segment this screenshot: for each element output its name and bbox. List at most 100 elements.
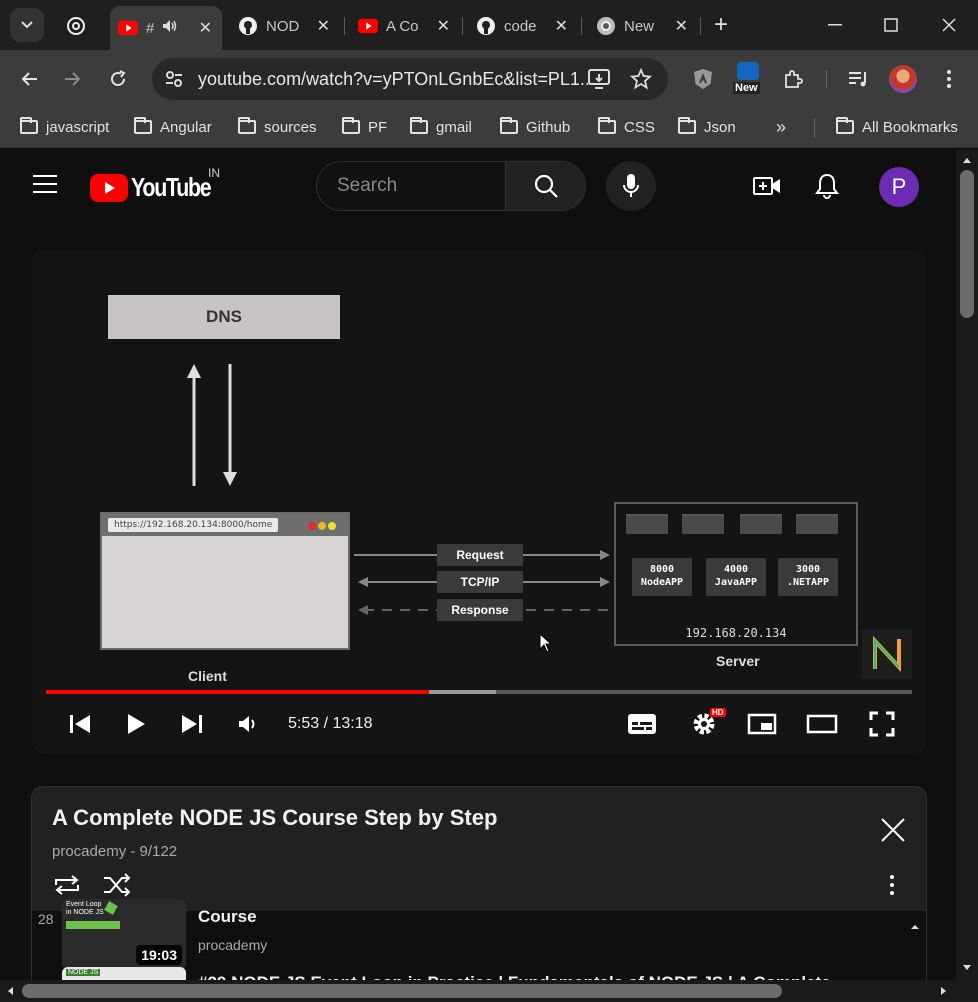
bookmark-label: Angular [160,118,212,136]
chrome-icon [596,16,616,36]
close-tab-icon[interactable]: ✕ [317,16,330,36]
media-controls-button[interactable] [844,64,874,94]
forward-button[interactable] [58,64,88,94]
list-scroll-up-icon[interactable] [910,917,920,935]
volume-icon [239,716,255,732]
all-bookmarks-button[interactable]: All Bookmarks [836,116,958,138]
queue-music-icon [849,72,866,87]
theater-mode-button[interactable] [804,706,840,742]
settings-button[interactable]: HD [686,706,726,742]
subtitles-button[interactable] [624,706,660,742]
app-name: JavaAPP [714,577,758,588]
tab-new-tab[interactable]: New ✕ [588,8,698,44]
site-settings-icon[interactable] [164,69,184,94]
youtube-logo[interactable]: YouTube IN [90,166,228,203]
app-port: 4000 [723,564,749,575]
reload-button[interactable] [103,64,133,94]
search-box: Search [316,161,586,211]
star-icon[interactable] [629,67,653,95]
tab-search-button[interactable] [10,8,44,42]
youtube-icon [358,16,378,36]
progress-bar[interactable] [46,690,912,694]
fullscreen-button[interactable] [864,706,900,742]
yellow-dot [318,522,326,530]
url-text[interactable]: youtube.com/watch?v=yPTOnLGnbEc&list=PL1… [198,69,595,90]
bookmark-gmail[interactable]: gmail [410,116,472,138]
profile-avatar[interactable] [888,64,918,94]
shuffle-icon [104,873,131,897]
tab-title: A Co [386,17,419,35]
tab-github-node[interactable]: NOD ✕ [230,8,340,44]
chevron-double-right-icon: » [776,116,787,137]
tab-youtube-course[interactable]: A Co ✕ [350,8,460,44]
close-tab-icon[interactable]: ✕ [555,16,568,36]
more-bookmarks-button[interactable]: » [776,116,786,138]
list-item[interactable]: 28 Event Loop in NODE JS 19:03 Course pr… [32,899,912,969]
close-tab-icon[interactable]: ✕ [675,16,688,36]
bookmark-pf[interactable]: PF [342,116,387,138]
list-item[interactable]: NODE JS #29 NODE JS Event Loop in Practi… [32,967,912,980]
play-button[interactable] [118,706,154,742]
minimize-button[interactable] [820,10,850,40]
search-button[interactable] [505,162,585,210]
folder-icon [20,117,38,134]
vertical-scroll-thumb[interactable] [960,170,974,318]
chrome-menu-button[interactable] [934,64,964,94]
channel-watermark[interactable] [862,629,912,679]
app-name: .NETAPP [786,577,830,588]
scroll-down-arrow-icon[interactable] [962,964,972,972]
next-button[interactable] [174,706,210,742]
item-title: Course [198,907,257,926]
video-frame[interactable]: DNS https://192.168.20.134:8000/home Cli… [32,250,926,754]
tab-chatgpt[interactable] [58,8,106,44]
subtitles-icon [628,714,656,734]
address-bar[interactable]: youtube.com/watch?v=yPTOnLGnbEc&list=PL1… [152,58,668,100]
horizontal-scrollbar[interactable] [0,980,978,1002]
bookmark-javascript[interactable]: javascript [20,116,109,138]
miniplayer-button[interactable] [744,706,780,742]
bookmark-json[interactable]: Json [678,116,736,138]
mute-button[interactable] [230,706,266,742]
loop-playlist-button[interactable] [52,873,82,902]
bookmark-angular[interactable]: Angular [134,116,212,138]
bookmark-sources[interactable]: sources [238,116,317,138]
video-thumbnail: Event Loop in NODE JS 19:03 [62,899,186,969]
angular-devtools-extension-icon[interactable] [688,64,718,94]
playlist-more-button[interactable] [890,875,894,900]
close-playlist-button[interactable] [880,817,906,848]
request-label: Request [437,544,523,566]
extensions-button[interactable] [778,64,808,94]
search-input[interactable]: Search [337,175,397,197]
time-display: 5:53 / 13:18 [288,715,373,732]
minimize-icon [828,24,842,26]
scroll-left-arrow-icon[interactable] [6,986,14,996]
tab-youtube-active[interactable]: # ✕ [110,6,222,50]
voice-search-button[interactable] [606,161,656,211]
install-app-icon[interactable] [588,69,610,94]
speaker-icon[interactable] [162,19,178,37]
browser-toolbar: youtube.com/watch?v=yPTOnLGnbEc&list=PL1… [0,50,978,108]
bookmark-css[interactable]: CSS [598,116,655,138]
new-tab-button[interactable]: + [706,10,736,40]
tab-github-code[interactable]: code ✕ [468,8,578,44]
server-rack [682,514,724,534]
vertical-scrollbar[interactable] [956,150,978,980]
create-button[interactable] [742,161,792,211]
close-window-button[interactable] [934,10,964,40]
account-avatar[interactable]: P [878,166,920,208]
extension-new-icon[interactable]: New [732,58,764,98]
horizontal-scroll-thumb[interactable] [22,984,782,998]
previous-button[interactable] [62,706,98,742]
bookmark-github[interactable]: Github [500,116,570,138]
maximize-button[interactable] [876,10,906,40]
guide-menu-button[interactable] [32,174,58,199]
notifications-button[interactable] [802,161,852,211]
close-tab-icon[interactable]: ✕ [437,16,450,36]
close-tab-icon[interactable]: ✕ [199,18,212,38]
playlist-title[interactable]: A Complete NODE JS Course Step by Step [52,805,497,831]
scroll-right-arrow-icon[interactable] [940,986,948,996]
back-button[interactable] [14,64,44,94]
video-player[interactable]: DNS https://192.168.20.134:8000/home Cli… [32,250,926,754]
shuffle-playlist-button[interactable] [102,873,132,902]
scroll-up-arrow-icon[interactable] [962,156,972,164]
